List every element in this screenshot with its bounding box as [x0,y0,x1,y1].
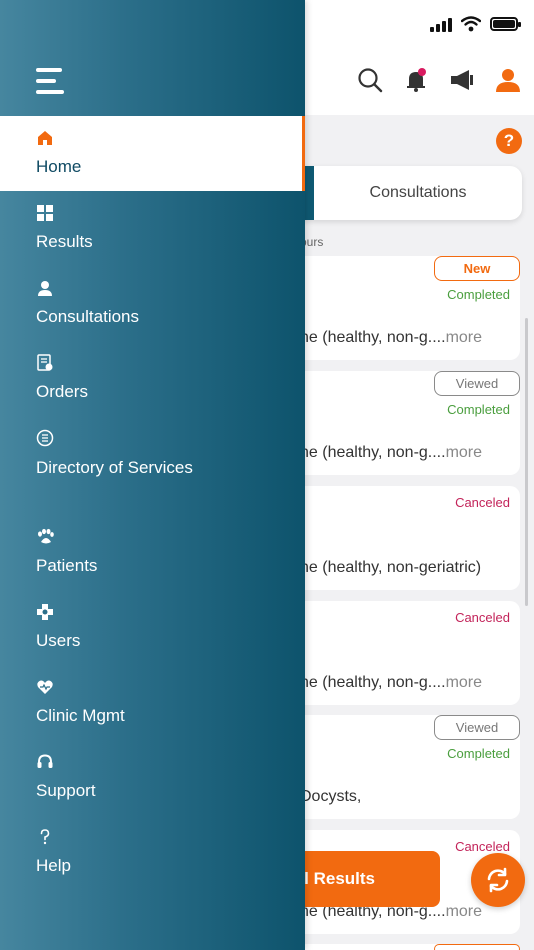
question-icon [40,829,50,845]
sidebar-item-label: Orders [36,382,88,401]
more-link[interactable]: more [446,444,482,461]
status-label: Canceled [455,610,510,625]
sidebar-item-label: Clinic Mgmt [36,706,125,725]
clinic-heart-icon [37,680,53,694]
menu-hamburger-icon[interactable] [36,68,66,98]
list-scrollbar[interactable] [525,318,528,606]
search-icon[interactable] [356,66,384,94]
more-link[interactable]: more [446,674,482,691]
status-label: Completed [447,402,510,417]
sidebar-item-label: Patients [36,556,98,575]
orders-icon [37,354,53,371]
consultations-icon [38,281,52,296]
viewed-badge: Viewed [434,715,520,740]
user-profile-icon[interactable] [494,66,522,94]
refresh-button[interactable] [471,853,525,907]
cellular-signal-icon [430,16,452,32]
refresh-icon [487,867,509,893]
status-label: Canceled [455,495,510,510]
status-label: Completed [447,287,510,302]
viewed-badge: Viewed [434,371,520,396]
results-grid-icon [37,205,53,221]
navigation-drawer: Home Results Consultations Orders Direct… [0,0,305,950]
sidebar-item-label: Help [36,856,71,875]
tab-consultations[interactable]: Consultations [314,166,522,220]
sidebar-item-label: Home [36,157,82,176]
announcements-megaphone-icon[interactable] [448,66,476,94]
sidebar-item-directory-of-services[interactable]: Directory of Services [0,416,305,506]
headset-icon [37,754,53,768]
more-link[interactable]: more [446,329,482,346]
sidebar-item-patients[interactable]: Patients [0,518,305,593]
sidebar-item-clinic-mgmt[interactable]: Clinic Mgmt [0,668,305,743]
sidebar-item-label: Directory of Services [36,458,193,477]
users-icon [37,604,53,620]
status-label: Completed [447,746,510,761]
new-badge [434,944,520,950]
result-description: ne (healthy, non-g....more [300,329,483,346]
help-question-badge[interactable]: ? [496,128,522,154]
sidebar-item-orders[interactable]: Orders [0,341,305,416]
battery-icon [490,17,521,31]
result-description: Docysts, [300,788,362,805]
sidebar-item-consultations[interactable]: Consultations [0,266,305,341]
status-label: Canceled [455,839,510,854]
new-badge: New [434,256,520,281]
sidebar-item-label: Support [36,781,96,800]
home-icon [38,131,52,145]
notifications-bell-icon[interactable] [402,66,430,94]
sidebar-item-label: Consultations [36,307,140,326]
sidebar-item-label: Results [36,232,93,251]
wifi-icon [461,16,481,32]
sidebar-item-label: Users [36,631,81,650]
sidebar-item-help[interactable]: Help [0,818,305,893]
status-bar [430,16,521,32]
sidebar-item-users[interactable]: Users [0,593,305,668]
sidebar-item-results[interactable]: Results [0,191,305,266]
directory-icon [36,429,54,447]
sidebar-item-home[interactable]: Home [0,116,305,191]
paw-icon [38,528,54,544]
sidebar-item-support[interactable]: Support [0,743,305,818]
result-description: ne (healthy, non-g....more [300,674,483,691]
result-description: ne (healthy, non-geriatric) [300,559,482,576]
result-description: ne (healthy, non-g....more [300,444,483,461]
more-link[interactable]: more [446,903,482,920]
